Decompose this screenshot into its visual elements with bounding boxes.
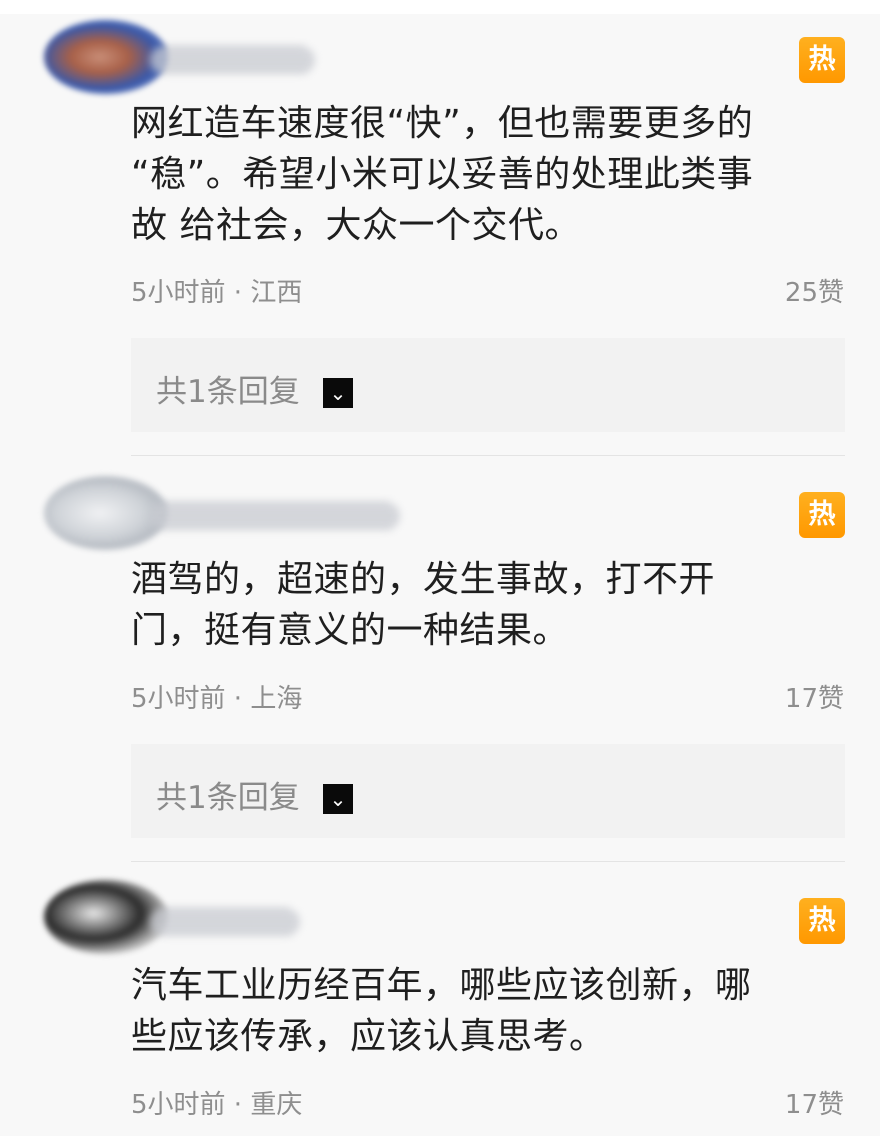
comment-text: 酒驾的，超速的，发生事故，打不开 门，挺有意义的一种结果。 [131,554,841,656]
comment-text: 汽车工业历经百年，哪些应该创新，哪 些应该传承，应该认真思考。 [131,960,841,1062]
username[interactable] [150,908,300,936]
comment-feed: 热 网红造车速度很“快”，但也需要更多的 “稳”。希望小米可以妥善的处理此类事 … [0,14,880,1136]
hot-badge: 热 [799,898,845,944]
comment-item: 热 汽车工业历经百年，哪些应该创新，哪 些应该传承，应该认真思考。 5小时前 ·… [0,862,880,1136]
comment-meta: 5小时前 · 上海 [131,684,303,714]
hot-badge: 热 [799,37,845,83]
comment-text-line: 故 给社会，大众一个交代。 [131,205,581,246]
chevron-down-icon: ⌄ [323,784,353,814]
replies-toggle[interactable]: 共1条回复 ⌄ [131,338,845,432]
like-count[interactable]: 17赞 [785,1084,844,1121]
hot-badge: 热 [799,492,845,538]
comment-text-line: 门，挺有意义的一种结果。 [131,610,570,651]
replies-label: 共1条回复 [156,374,300,410]
comment-text-line: 网红造车速度很“快”，但也需要更多的 [131,103,754,144]
comment-item: 热 网红造车速度很“快”，但也需要更多的 “稳”。希望小米可以妥善的处理此类事 … [0,14,880,456]
comment-text-line: 些应该传承，应该认真思考。 [131,1016,606,1057]
comment-text-line: “稳”。希望小米可以妥善的处理此类事 [131,154,754,195]
comment-text-line: 汽车工业历经百年，哪些应该创新，哪 [131,965,752,1006]
like-count[interactable]: 17赞 [785,678,844,715]
username[interactable] [150,502,400,530]
comment-text-line: 酒驾的，超速的，发生事故，打不开 [131,559,716,600]
comment-meta: 5小时前 · 江西 [131,278,303,308]
comment-meta: 5小时前 · 重庆 [131,1090,303,1120]
username[interactable] [150,46,315,74]
replies-toggle[interactable]: 共1条回复 ⌄ [131,744,845,838]
like-count[interactable]: 25赞 [785,272,844,309]
chevron-down-icon: ⌄ [323,378,353,408]
comment-text: 网红造车速度很“快”，但也需要更多的 “稳”。希望小米可以妥善的处理此类事 故 … [131,98,841,251]
replies-label: 共1条回复 [156,780,300,816]
avatar[interactable] [44,880,168,954]
comment-item: 热 酒驾的，超速的，发生事故，打不开 门，挺有意义的一种结果。 5小时前 · 上… [0,456,880,862]
